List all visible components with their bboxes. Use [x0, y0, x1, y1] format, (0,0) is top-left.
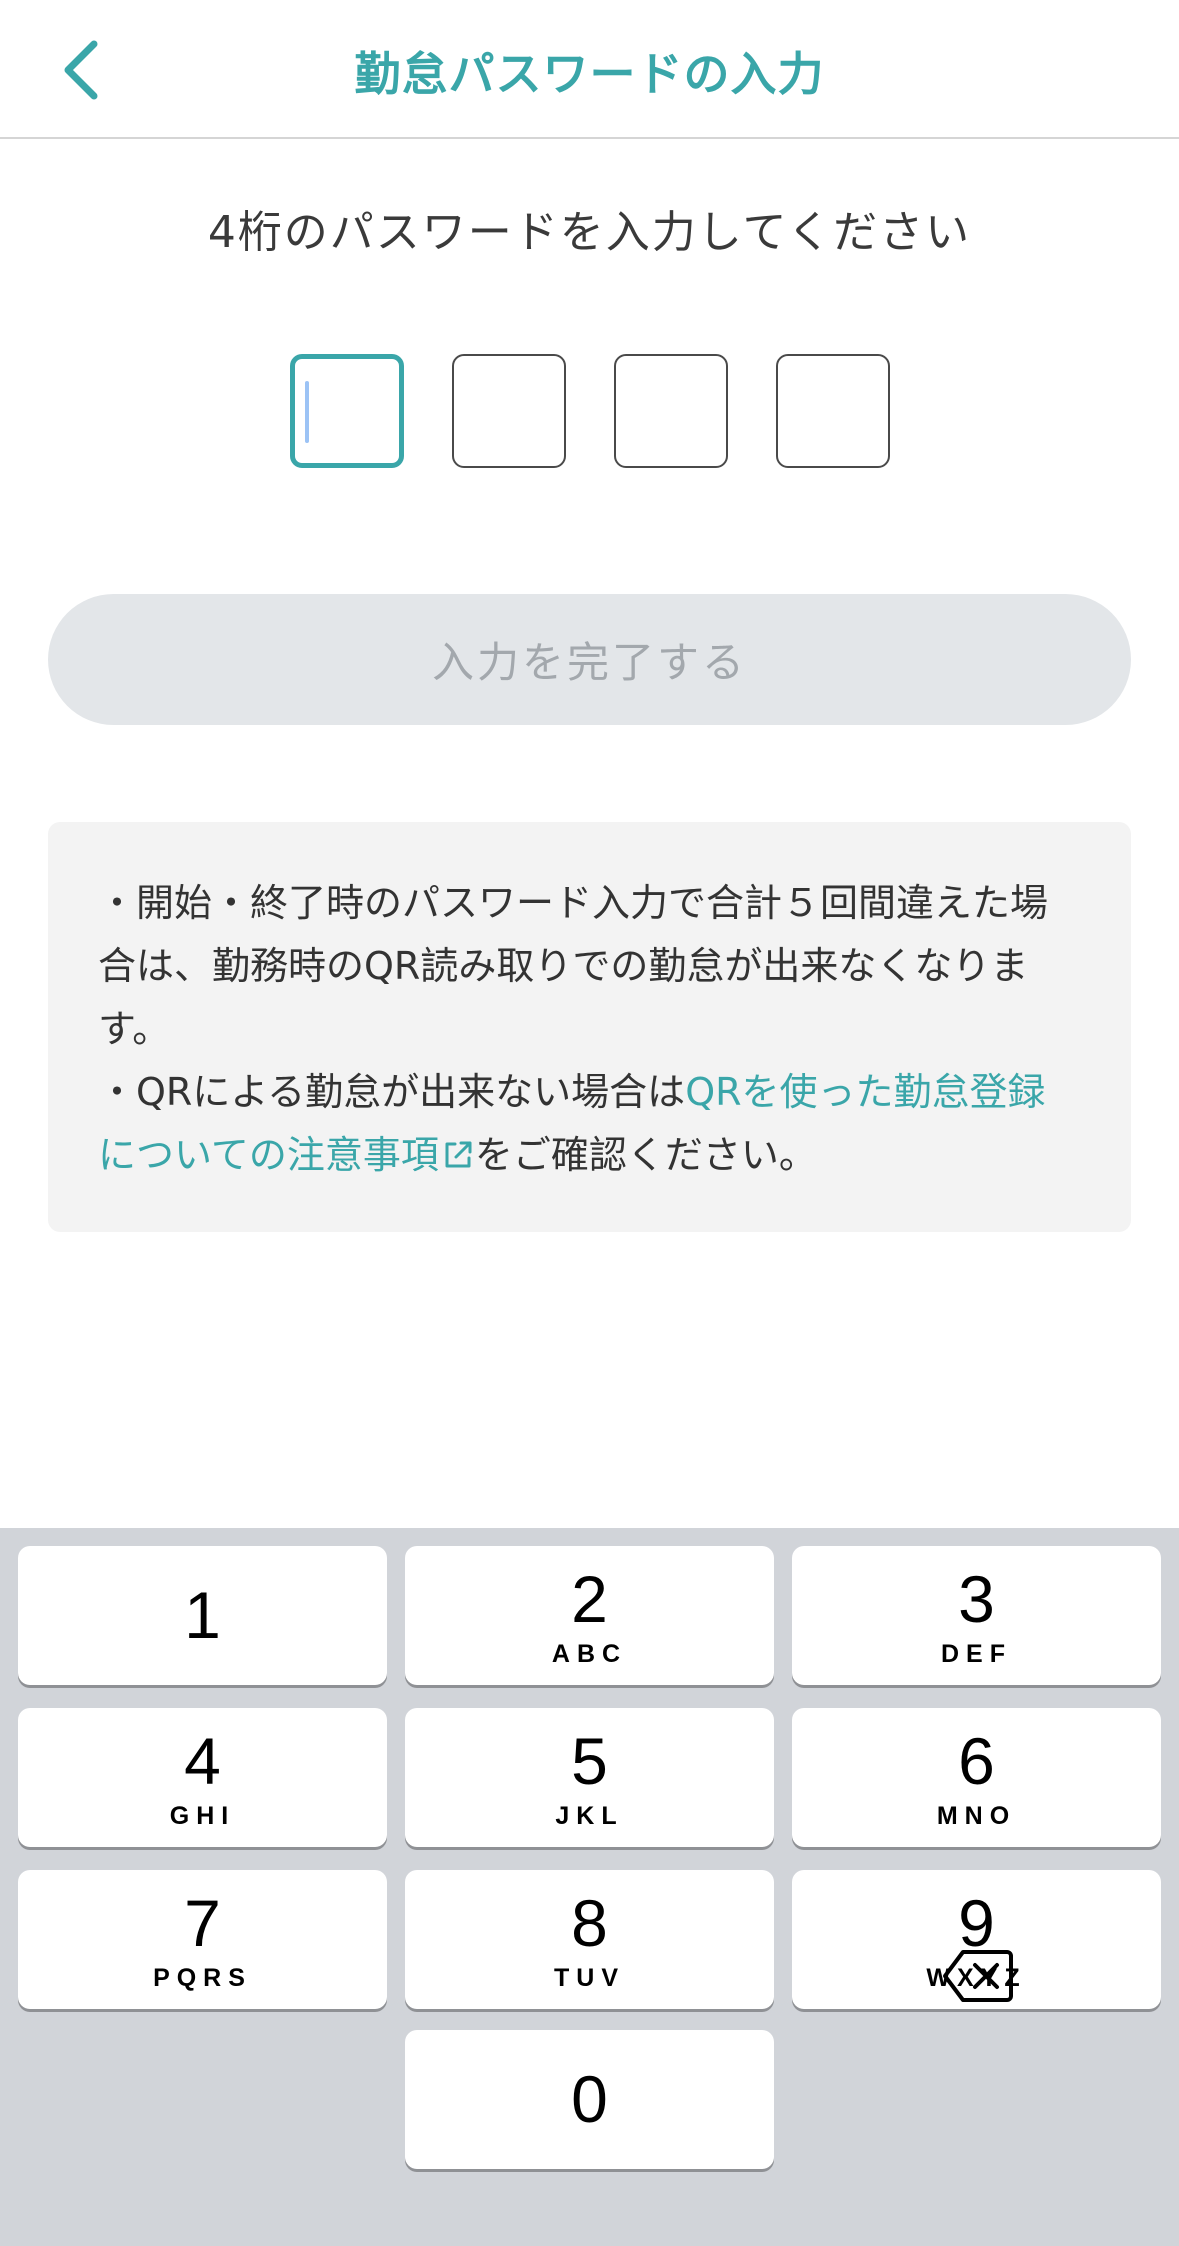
- pin-digit-1[interactable]: [290, 354, 404, 468]
- key-0[interactable]: 0: [405, 2030, 774, 2169]
- key-7-digit: 7: [184, 1886, 221, 1960]
- pin-digit-3[interactable]: [614, 354, 728, 468]
- key-0-digit: 0: [571, 2062, 608, 2136]
- key-4-digit: 4: [184, 1724, 221, 1798]
- backspace-icon: [942, 1949, 1013, 2002]
- pin-digit-4[interactable]: [776, 354, 890, 468]
- notice-box: ・開始・終了時のパスワード入力で合計５回間違えた場合は、勤務時のQR読み取りでの…: [48, 822, 1131, 1232]
- text-caret: [305, 381, 309, 443]
- key-3[interactable]: 3 DEF: [792, 1546, 1161, 1685]
- key-6-letters: MNO: [936, 1802, 1017, 1830]
- header: 勤怠パスワードの入力: [0, 0, 1179, 139]
- screen: 勤怠パスワードの入力 4桁のパスワードを入力してください 入力を完了する ・開始…: [0, 0, 1179, 2246]
- notice-line-1: ・開始・終了時のパスワード入力で合計５回間違えた場合は、勤務時のQR読み取りでの…: [98, 881, 1049, 1051]
- key-7-letters: PQRS: [153, 1964, 252, 1992]
- key-6-digit: 6: [958, 1724, 995, 1798]
- key-3-letters: DEF: [941, 1640, 1012, 1668]
- complete-input-button[interactable]: 入力を完了する: [48, 594, 1131, 725]
- key-4-letters: GHI: [169, 1802, 236, 1830]
- key-5-letters: JKL: [555, 1802, 624, 1830]
- instruction-text: 4桁のパスワードを入力してください: [207, 207, 972, 258]
- key-7[interactable]: 7 PQRS: [18, 1870, 387, 2009]
- key-1[interactable]: 1: [18, 1546, 387, 1685]
- complete-input-label: 入力を完了する: [431, 638, 747, 687]
- key-6[interactable]: 6 MNO: [792, 1708, 1161, 1847]
- key-5-digit: 5: [571, 1724, 608, 1798]
- key-8-letters: TUV: [554, 1964, 625, 1992]
- key-2[interactable]: 2 ABC: [405, 1546, 774, 1685]
- pin-digit-2[interactable]: [452, 354, 566, 468]
- external-link-icon: [445, 1141, 472, 1168]
- notice-line-2-suffix: をご確認ください。: [474, 1133, 817, 1177]
- key-4[interactable]: 4 GHI: [18, 1708, 387, 1847]
- page-title: 勤怠パスワードの入力: [354, 47, 825, 101]
- key-3-digit: 3: [958, 1562, 995, 1636]
- key-8[interactable]: 8 TUV: [405, 1870, 774, 2009]
- delete-key[interactable]: [793, 1906, 1162, 2045]
- key-5[interactable]: 5 JKL: [405, 1708, 774, 1847]
- key-1-digit: 1: [184, 1578, 221, 1652]
- key-2-letters: ABC: [551, 1640, 628, 1668]
- notice-line-2-prefix: ・QRによる勤怠が出来ない場合は: [98, 1070, 686, 1114]
- key-8-digit: 8: [571, 1886, 608, 1960]
- notice-line-2: ・QRによる勤怠が出来ない場合はQRを使った勤怠登録についての注意事項 をご確認…: [98, 1061, 1081, 1187]
- key-2-digit: 2: [571, 1562, 608, 1636]
